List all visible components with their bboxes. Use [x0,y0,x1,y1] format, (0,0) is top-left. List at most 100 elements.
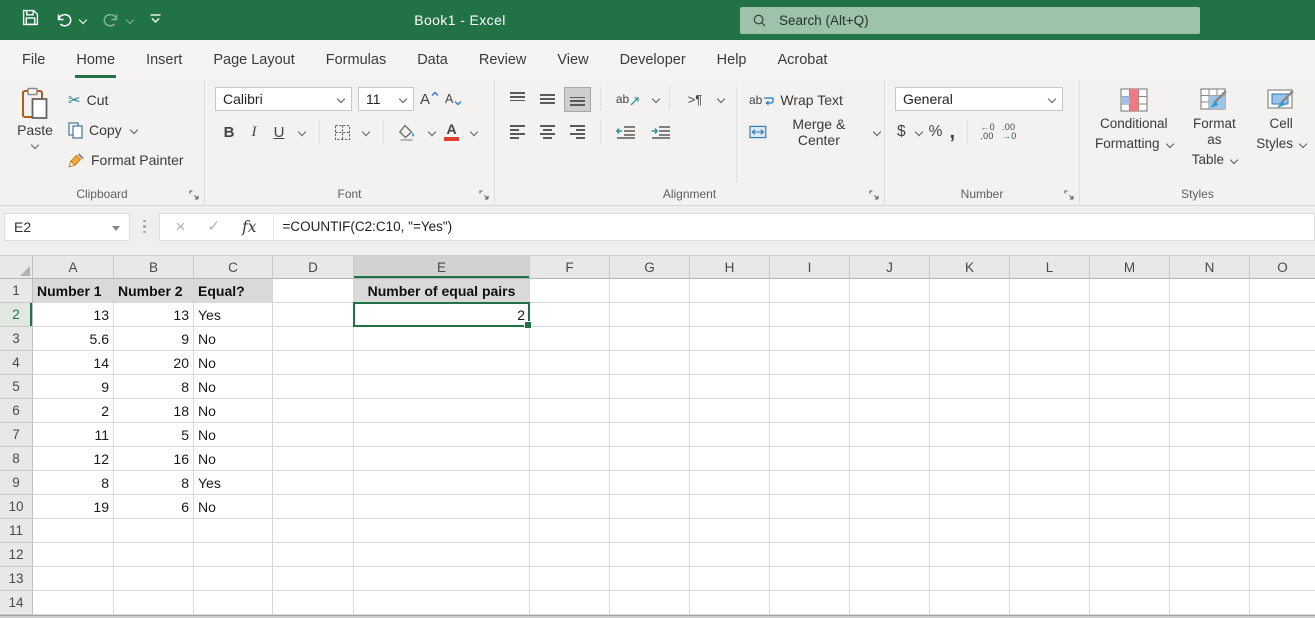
column-header-D[interactable]: D [273,256,354,279]
fill-handle[interactable] [524,321,532,329]
cell-K8[interactable] [930,447,1010,471]
cell-J14[interactable] [850,591,930,615]
tab-view[interactable]: View [543,40,602,80]
cell-I9[interactable] [770,471,850,495]
font-dialog-launcher[interactable] [479,190,489,200]
row-header-8[interactable]: 8 [0,447,33,471]
format-as-table-button[interactable]: Format as Table [1182,86,1248,183]
accounting-format-button[interactable]: $ [897,123,906,141]
column-header-I[interactable]: I [770,256,850,279]
cell-M1[interactable] [1090,279,1170,303]
cell-J8[interactable] [850,447,930,471]
column-header-H[interactable]: H [690,256,770,279]
cell-C11[interactable] [194,519,273,543]
cell-O8[interactable] [1250,447,1315,471]
cell-A9[interactable]: 8 [33,471,114,495]
cell-N12[interactable] [1170,543,1250,567]
cell-N9[interactable] [1170,471,1250,495]
cell-G7[interactable] [610,423,690,447]
cell-N14[interactable] [1170,591,1250,615]
cell-L14[interactable] [1010,591,1090,615]
cell-G13[interactable] [610,567,690,591]
cell-L12[interactable] [1010,543,1090,567]
cell-L5[interactable] [1010,375,1090,399]
column-header-G[interactable]: G [610,256,690,279]
cell-N3[interactable] [1170,327,1250,351]
cell-N11[interactable] [1170,519,1250,543]
cell-A6[interactable]: 2 [33,399,114,423]
cell-D9[interactable] [273,471,354,495]
cell-N4[interactable] [1170,351,1250,375]
cell-J4[interactable] [850,351,930,375]
cell-E4[interactable] [354,351,530,375]
select-all-button[interactable] [0,256,33,279]
cell-G6[interactable] [610,399,690,423]
cell-D10[interactable] [273,495,354,519]
cell-O1[interactable] [1250,279,1315,303]
cell-H2[interactable] [690,303,770,327]
cell-G5[interactable] [610,375,690,399]
top-align-button[interactable] [505,88,530,111]
cell-J6[interactable] [850,399,930,423]
cell-H11[interactable] [690,519,770,543]
cell-B11[interactable] [114,519,194,543]
conditional-formatting-button[interactable]: Conditional Formatting [1090,86,1178,183]
cell-E3[interactable] [354,327,530,351]
cell-K1[interactable] [930,279,1010,303]
column-header-M[interactable]: M [1090,256,1170,279]
cell-L13[interactable] [1010,567,1090,591]
cell-B14[interactable] [114,591,194,615]
cell-O11[interactable] [1250,519,1315,543]
cell-D11[interactable] [273,519,354,543]
search-box[interactable]: Search (Alt+Q) [740,7,1200,34]
cell-O3[interactable] [1250,327,1315,351]
cell-F3[interactable] [530,327,610,351]
redo-button[interactable] [102,12,133,28]
bold-button[interactable]: B [221,124,237,141]
cell-B8[interactable]: 16 [114,447,194,471]
cell-L6[interactable] [1010,399,1090,423]
row-header-6[interactable]: 6 [0,399,33,423]
cell-G9[interactable] [610,471,690,495]
cell-H7[interactable] [690,423,770,447]
align-center-button[interactable] [535,121,560,144]
cell-I2[interactable] [770,303,850,327]
column-header-F[interactable]: F [530,256,610,279]
cell-I13[interactable] [770,567,850,591]
bottom-align-button[interactable] [565,88,590,111]
cell-M3[interactable] [1090,327,1170,351]
cell-M7[interactable] [1090,423,1170,447]
cell-B6[interactable]: 18 [114,399,194,423]
column-header-B[interactable]: B [114,256,194,279]
column-header-C[interactable]: C [194,256,273,279]
cell-A2[interactable]: 13 [33,303,114,327]
cell-J2[interactable] [850,303,930,327]
cell-H9[interactable] [690,471,770,495]
column-header-J[interactable]: J [850,256,930,279]
row-header-14[interactable]: 14 [0,591,33,615]
column-header-O[interactable]: O [1250,256,1315,279]
cell-E11[interactable] [354,519,530,543]
cell-O10[interactable] [1250,495,1315,519]
cell-L11[interactable] [1010,519,1090,543]
cell-N2[interactable] [1170,303,1250,327]
cell-I11[interactable] [770,519,850,543]
borders-button[interactable] [334,124,351,141]
column-header-E[interactable]: E [354,256,530,279]
cell-F12[interactable] [530,543,610,567]
tab-file[interactable]: File [8,40,59,80]
tab-insert[interactable]: Insert [132,40,196,80]
italic-button[interactable]: I [246,124,262,141]
cell-B7[interactable]: 5 [114,423,194,447]
cell-A4[interactable]: 14 [33,351,114,375]
cell-E14[interactable] [354,591,530,615]
cell-E6[interactable] [354,399,530,423]
cell-D1[interactable] [273,279,354,303]
cell-A14[interactable] [33,591,114,615]
row-header-4[interactable]: 4 [0,351,33,375]
cell-D13[interactable] [273,567,354,591]
save-button[interactable] [22,9,39,31]
cell-J12[interactable] [850,543,930,567]
increase-indent-button[interactable] [646,121,676,144]
cell-N6[interactable] [1170,399,1250,423]
